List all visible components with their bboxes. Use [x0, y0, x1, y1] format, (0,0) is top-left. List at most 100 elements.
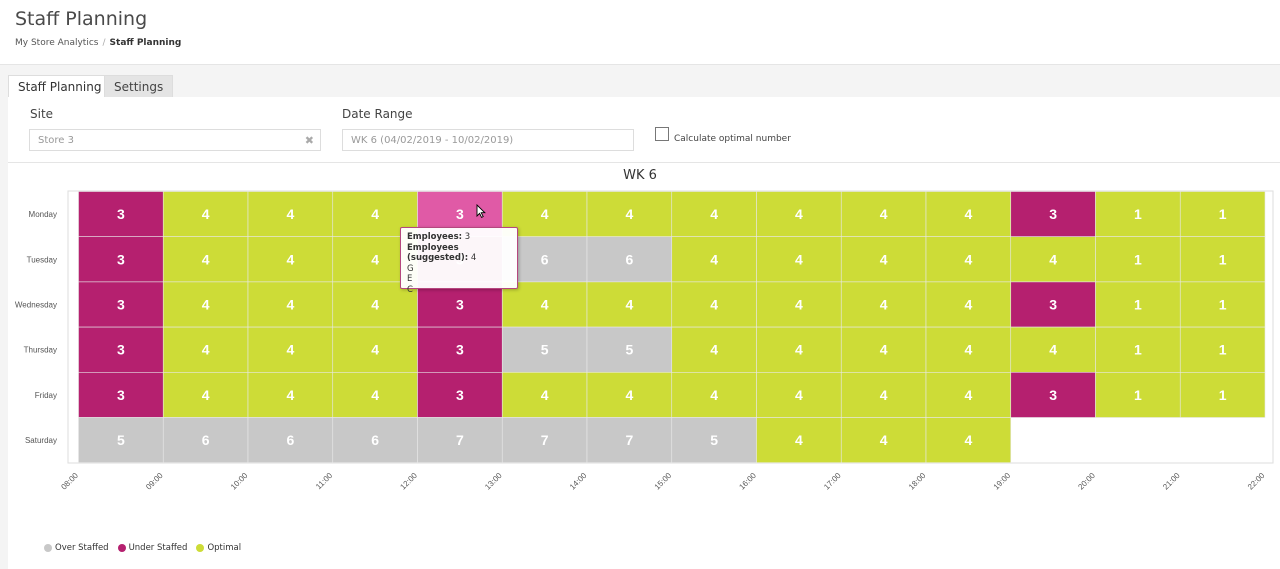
cell-value-label: 1: [1134, 206, 1142, 222]
cell-value-label: 3: [456, 387, 464, 403]
cell-value-label: 7: [541, 432, 549, 448]
cell-value-label: 3: [456, 206, 464, 222]
cell-value-label: 5: [625, 342, 633, 358]
x-axis-tick-label: 16:00: [737, 471, 758, 492]
x-axis-tick-label: 13:00: [483, 471, 504, 492]
cell-value-label: 6: [286, 432, 294, 448]
y-axis-tick-label: Monday: [29, 210, 57, 219]
tooltip-employees-value: 3: [464, 232, 471, 242]
cell-value-label: 3: [1049, 297, 1057, 313]
cell-value-label: 4: [964, 206, 972, 222]
cell-value-label: 4: [795, 251, 803, 267]
x-axis-tick-label: 20:00: [1076, 471, 1097, 492]
cell-value-label: 4: [286, 342, 294, 358]
cell-value-label: 4: [625, 206, 633, 222]
cell-value-label: 4: [286, 206, 294, 222]
cell-value-label: 4: [286, 387, 294, 403]
y-axis-tick-label: Tuesday: [27, 255, 57, 264]
cell-value-label: 4: [202, 342, 210, 358]
cell-value-label: 4: [1049, 251, 1057, 267]
cell-value-label: 4: [1049, 342, 1057, 358]
cell-value-label: 4: [880, 432, 888, 448]
tooltip-employees-label: Employees:: [407, 232, 463, 242]
chart-legend: Over Staffed Under Staffed Optimal: [44, 543, 241, 553]
cell-value-label: 4: [880, 342, 888, 358]
cell-value-label: 4: [964, 387, 972, 403]
cell-value-label: 3: [117, 206, 125, 222]
cell-value-label: 4: [202, 206, 210, 222]
y-axis-tick-label: Wednesday: [15, 301, 57, 310]
cell-value-label: 4: [286, 251, 294, 267]
cell-value-label: 1: [1219, 206, 1227, 222]
cell-value-label: 1: [1219, 387, 1227, 403]
cell-value-label: 4: [625, 387, 633, 403]
y-axis-tick-label: Saturday: [25, 436, 57, 445]
cell-value-label: 3: [117, 387, 125, 403]
cell-value-label: 4: [371, 251, 379, 267]
legend-label: Under Staffed: [128, 543, 188, 553]
x-axis-tick-label: 18:00: [907, 471, 928, 492]
cell-value-label: 4: [710, 206, 718, 222]
cell-value-label: 4: [964, 251, 972, 267]
cell-value-label: 1: [1134, 342, 1142, 358]
cell-value-label: 4: [371, 387, 379, 403]
cell-value-label: 4: [880, 297, 888, 313]
x-axis-tick-label: 11:00: [314, 471, 334, 491]
cell-value-label: 7: [456, 432, 464, 448]
cell-value-label: 4: [710, 297, 718, 313]
cell-value-label: 6: [541, 251, 549, 267]
cell-value-label: 3: [456, 297, 464, 313]
legend-label: Optimal: [207, 543, 242, 553]
legend-label: Over Staffed: [55, 543, 109, 553]
y-axis-tick-label: Friday: [35, 391, 57, 400]
cell-value-label: 4: [371, 297, 379, 313]
cell-value-label: 4: [964, 342, 972, 358]
legend-dot-under: [117, 544, 126, 552]
cell-value-label: 3: [1049, 387, 1057, 403]
legend-dot-over: [44, 544, 52, 552]
cell-value-label: 1: [1219, 251, 1227, 267]
x-axis-tick-label: 12:00: [398, 471, 419, 492]
cell-value-label: 4: [795, 432, 803, 448]
cell-value-label: 6: [625, 251, 633, 267]
cell-value-label: 3: [117, 342, 125, 358]
cell-value-label: 6: [202, 432, 210, 448]
cell-value-label: 4: [202, 251, 210, 267]
cell-value-label: 4: [710, 342, 718, 358]
mouse-cursor-icon: [476, 204, 486, 218]
cell-value-label: 1: [1134, 387, 1142, 403]
x-axis-tick-label: 10:00: [229, 471, 250, 492]
x-axis-tick-label: 08:00: [59, 471, 80, 492]
cell-value-label: 4: [710, 387, 718, 403]
x-axis-tick-label: 14:00: [568, 471, 589, 492]
tooltip-suggested-value: 4: [470, 253, 477, 263]
tooltip-line: G: [407, 263, 414, 274]
chart-tooltip: Employees: 3 Employees (suggested): 4 G …: [400, 227, 518, 295]
cell-value-label: 4: [202, 387, 210, 403]
x-axis-tick-label: 17:00: [822, 471, 843, 492]
cell-value-label: 4: [795, 297, 803, 313]
cell-value-label: 4: [795, 206, 803, 222]
x-axis-tick-label: 09:00: [144, 471, 165, 492]
legend-item-over-staffed[interactable]: Over Staffed: [44, 543, 109, 553]
cell-value-label: 5: [710, 432, 718, 448]
cell-value-label: 4: [541, 206, 549, 222]
x-axis-tick-label: 19:00: [992, 471, 1013, 492]
cell-value-label: 1: [1219, 342, 1227, 358]
y-axis-tick-label: Thursday: [24, 346, 57, 355]
tooltip-suggested-row: Employees (suggested): 4: [407, 243, 511, 264]
cell-value-label: 1: [1219, 297, 1227, 313]
cell-value-label: 4: [541, 387, 549, 403]
tooltip-line: C: [407, 284, 413, 295]
cell-value-label: 5: [541, 342, 549, 358]
legend-item-optimal[interactable]: Optimal: [196, 543, 241, 553]
legend-item-under-staffed[interactable]: Under Staffed: [117, 543, 188, 553]
cell-value-label: 3: [117, 297, 125, 313]
cell-value-label: 3: [456, 342, 464, 358]
cell-value-label: 3: [117, 251, 125, 267]
heatmap-chart: 3 4 4 4 3 4 4 4 4 4 4 3 1 1 3 4 4 4 3 6 6 4 4 4 4 4 1 1 3 4 4 4 3 4 4 4 4 4 4 3…: [15, 190, 1274, 492]
cell-value-label: 4: [710, 251, 718, 267]
cell-value-label: 5: [117, 432, 125, 448]
cell-value-label: 1: [1134, 251, 1142, 267]
cell-value-label: 4: [371, 206, 379, 222]
